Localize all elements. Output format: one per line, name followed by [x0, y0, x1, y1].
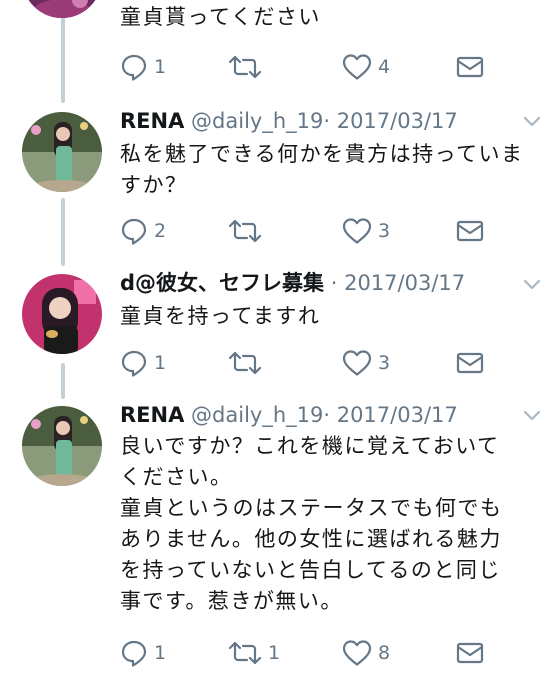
handle[interactable]: @daily_h_19 [191, 403, 323, 427]
heart-icon [342, 640, 372, 666]
dm-button[interactable] [456, 217, 484, 245]
retweet-button[interactable] [228, 53, 268, 81]
tweet-header: d@彼女、セフレ募集 · 2017/03/17 [120, 273, 465, 294]
reply-icon [121, 350, 147, 377]
envelope-icon [456, 220, 484, 242]
tweet-actions: 2 3 [120, 217, 490, 245]
reply-count: 1 [154, 352, 167, 374]
tweet-text: 私を魅了できる何かを貴方は持っていますか？ [120, 142, 524, 197]
retweet-icon [228, 351, 262, 375]
retweet-button[interactable]: 1 [228, 639, 280, 667]
retweet-button[interactable] [228, 349, 268, 377]
chevron-down-icon[interactable] [522, 115, 542, 129]
dm-button[interactable] [456, 349, 484, 377]
avatar[interactable] [22, 112, 102, 192]
like-count: 3 [378, 352, 391, 374]
like-count: 4 [378, 56, 391, 78]
handle[interactable]: @daily_h_19 [191, 109, 323, 133]
chevron-down-icon[interactable] [522, 409, 542, 423]
dm-button[interactable] [456, 639, 484, 667]
dm-button[interactable] [456, 53, 484, 81]
tweet-text-line: ください。 [120, 465, 233, 489]
tweet-text-line: を持っていないと告白してるのと同じ [120, 558, 501, 582]
tweet-text: 童貞貰ってください [120, 5, 321, 29]
timestamp[interactable]: · 2017/03/17 [323, 109, 457, 133]
tweet-header: RENA @daily_h_19· 2017/03/17 [120, 111, 458, 132]
like-button[interactable]: 4 [342, 53, 390, 81]
reply-icon [121, 218, 147, 245]
thread-line [61, 363, 65, 399]
heart-icon [342, 218, 372, 244]
avatar[interactable] [22, 274, 102, 354]
heart-icon [342, 350, 372, 376]
display-name[interactable]: RENA [120, 403, 184, 427]
reply-count: 1 [154, 56, 167, 78]
like-button[interactable]: 3 [342, 349, 390, 377]
tweet-text-line: 事です。惹きが無い。 [120, 589, 343, 613]
tweet-text: 童貞を持ってますれ [120, 304, 321, 328]
reply-button[interactable]: 1 [120, 639, 166, 667]
retweet-count: 1 [268, 642, 281, 664]
reply-button[interactable]: 1 [120, 53, 166, 81]
tweet-text-line: 良いですか？これを機に覚えておいて [120, 434, 500, 458]
like-count: 3 [378, 220, 391, 242]
reply-icon [121, 640, 147, 667]
thread-line [61, 198, 65, 266]
heart-icon [342, 54, 372, 80]
reply-icon [121, 54, 147, 81]
tweet-text-line: 童貞というのはステータスでも何でも [120, 496, 503, 520]
display-name[interactable]: d@彼女、セフレ募集 [120, 271, 324, 295]
envelope-icon [456, 56, 484, 78]
like-button[interactable]: 3 [342, 217, 390, 245]
tweet-header: RENA @daily_h_19· 2017/03/17 [120, 405, 458, 426]
reply-count: 2 [154, 220, 167, 242]
tweet-text-line: ありません。他の女性に選ばれる魅力 [120, 527, 502, 551]
reply-button[interactable]: 1 [120, 349, 166, 377]
retweet-icon [228, 219, 262, 243]
retweet-button[interactable] [228, 217, 268, 245]
retweet-icon [228, 641, 262, 665]
reply-button[interactable]: 2 [120, 217, 166, 245]
like-button[interactable]: 8 [342, 639, 390, 667]
timestamp[interactable]: · 2017/03/17 [323, 403, 457, 427]
chevron-down-icon[interactable] [522, 278, 542, 292]
timestamp[interactable]: · 2017/03/17 [331, 271, 465, 295]
like-count: 8 [378, 642, 391, 664]
avatar[interactable] [22, 406, 102, 486]
avatar[interactable] [22, 0, 102, 18]
display-name[interactable]: RENA [120, 109, 184, 133]
tweet-actions: 1 1 8 [120, 639, 490, 667]
envelope-icon [456, 352, 484, 374]
reply-count: 1 [154, 642, 167, 664]
tweet-actions: 1 3 [120, 349, 490, 377]
tweet-text: 良いですか？これを機に覚えておいて ください。 童貞というのはステータスでも何で… [120, 431, 545, 617]
retweet-icon [228, 55, 262, 79]
tweet-actions: 1 4 [120, 53, 490, 81]
envelope-icon [456, 642, 484, 664]
